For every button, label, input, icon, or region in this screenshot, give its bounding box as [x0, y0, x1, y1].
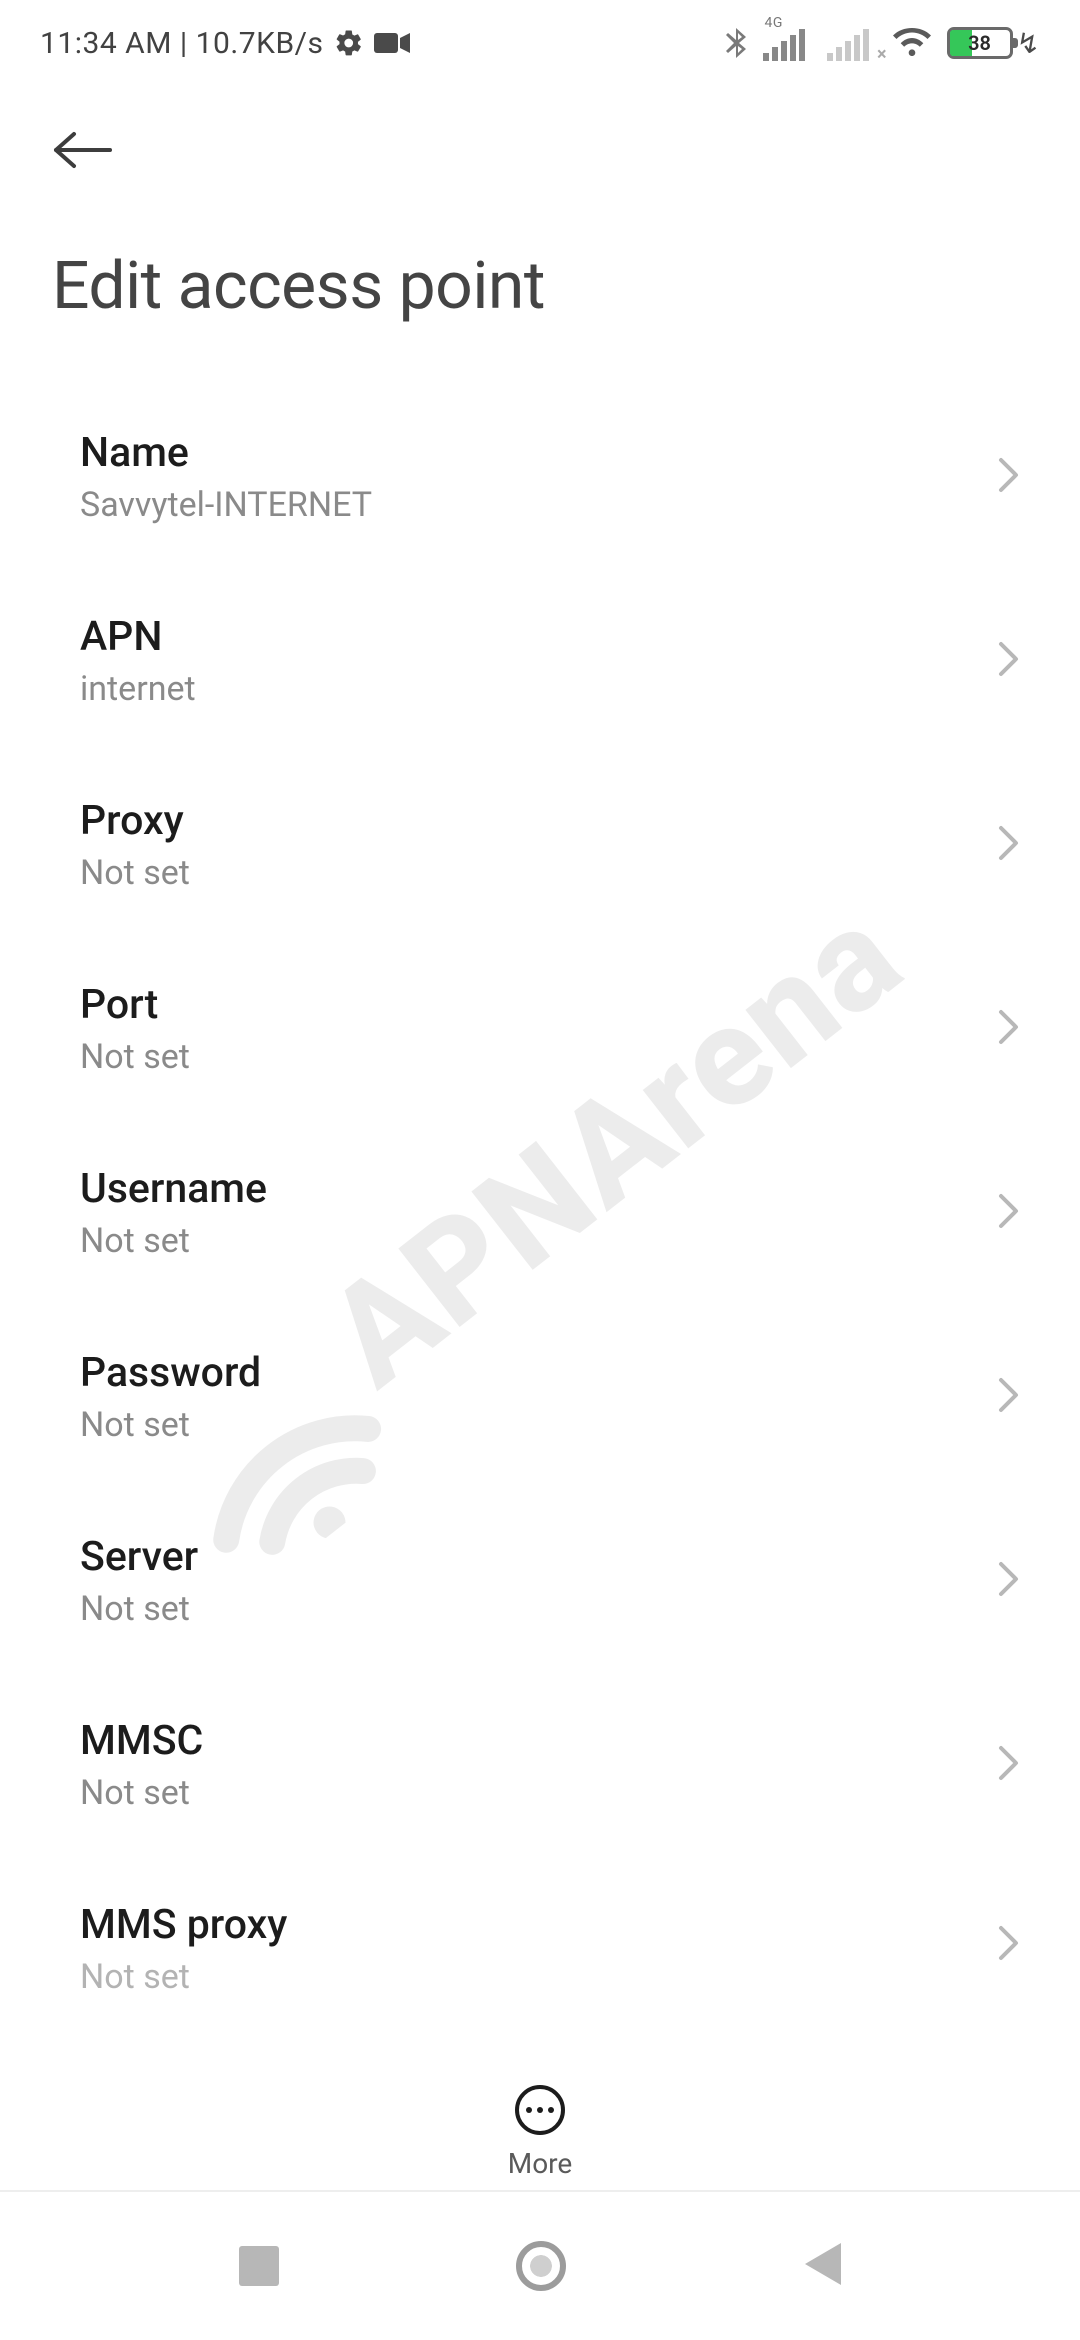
setting-row-name[interactable]: Name Savvytel-INTERNET: [0, 385, 1080, 569]
setting-value: internet: [80, 669, 1000, 709]
setting-row-username[interactable]: Username Not set: [0, 1121, 1080, 1305]
setting-row-mmsc[interactable]: MMSC Not set: [0, 1673, 1080, 1857]
chevron-right-icon: [998, 457, 1020, 497]
camera-icon: [374, 31, 410, 55]
chevron-right-icon: [998, 1377, 1020, 1417]
setting-row-server[interactable]: Server Not set: [0, 1489, 1080, 1673]
setting-value: Savvytel-INTERNET: [80, 485, 1000, 525]
settings-list: APNArena Name Savvytel-INTERNET APN inte…: [0, 345, 1080, 2063]
nav-recent-button[interactable]: [239, 2246, 279, 2286]
setting-row-password[interactable]: Password Not set: [0, 1305, 1080, 1489]
setting-value: Not set: [80, 1405, 1000, 1445]
setting-label: MMSC: [80, 1717, 1000, 1765]
charging-icon: ↯: [1017, 27, 1040, 60]
chevron-right-icon: [998, 641, 1020, 681]
signal-sim1: 4G: [763, 25, 813, 61]
setting-label: Name: [80, 429, 1000, 477]
settings-gear-icon: [334, 28, 364, 58]
back-arrow-icon: [52, 130, 114, 174]
setting-label: APN: [80, 613, 1000, 661]
bluetooth-icon: [723, 28, 749, 58]
setting-label: Port: [80, 981, 1000, 1029]
setting-label: Server: [80, 1533, 1000, 1581]
setting-value: Not set: [80, 1221, 1000, 1261]
battery-percent: 38: [950, 31, 1010, 55]
setting-value: Not set: [80, 1957, 1000, 1989]
status-time-text: 11:34 AM: [40, 26, 172, 61]
setting-row-port[interactable]: Port Not set: [0, 937, 1080, 1121]
system-navbar: [0, 2190, 1080, 2340]
chevron-right-icon: [998, 1009, 1020, 1049]
status-bar: 11:34 AM | 10.7KB/s 4G ×: [0, 0, 1080, 72]
battery-indicator: 38 ↯: [947, 27, 1040, 60]
status-left: 11:34 AM | 10.7KB/s: [40, 26, 410, 61]
setting-value: Not set: [80, 853, 1000, 893]
header: Edit access point: [0, 72, 1080, 345]
setting-value: Not set: [80, 1037, 1000, 1077]
battery-icon: 38: [947, 27, 1013, 59]
status-right: 4G × 38 ↯: [723, 25, 1040, 61]
setting-label: MMS proxy: [80, 1901, 1000, 1949]
chevron-right-icon: [998, 825, 1020, 865]
nav-home-button[interactable]: [516, 2241, 566, 2291]
bottom-toolbar: More: [0, 2085, 1080, 2180]
setting-row-apn[interactable]: APN internet: [0, 569, 1080, 753]
chevron-right-icon: [998, 1193, 1020, 1233]
nav-back-button[interactable]: [803, 2243, 841, 2289]
chevron-right-icon: [998, 1561, 1020, 1601]
status-sep: |: [180, 26, 188, 61]
chevron-right-icon: [998, 1925, 1020, 1965]
signal-bars-dim-icon: [827, 29, 869, 61]
page-title: Edit access point: [52, 248, 1028, 325]
setting-row-proxy[interactable]: Proxy Not set: [0, 753, 1080, 937]
signal-bars-icon: [763, 29, 805, 61]
setting-label: Password: [80, 1349, 1000, 1397]
more-label: More: [508, 2147, 573, 2180]
setting-value: Not set: [80, 1773, 1000, 1813]
chevron-right-icon: [998, 1745, 1020, 1785]
back-button[interactable]: [52, 122, 132, 182]
more-icon: [515, 2085, 565, 2135]
setting-label: Username: [80, 1165, 1000, 1213]
signal-sim2: ×: [827, 25, 877, 61]
setting-row-mms-proxy[interactable]: MMS proxy Not set: [0, 1857, 1080, 2033]
status-time: 11:34 AM | 10.7KB/s: [40, 26, 324, 61]
wifi-icon: [891, 28, 933, 58]
no-sim-icon: ×: [877, 44, 887, 65]
setting-value: Not set: [80, 1589, 1000, 1629]
more-button[interactable]: More: [508, 2085, 573, 2180]
status-speed: 10.7KB/s: [196, 26, 324, 61]
setting-label: Proxy: [80, 797, 1000, 845]
